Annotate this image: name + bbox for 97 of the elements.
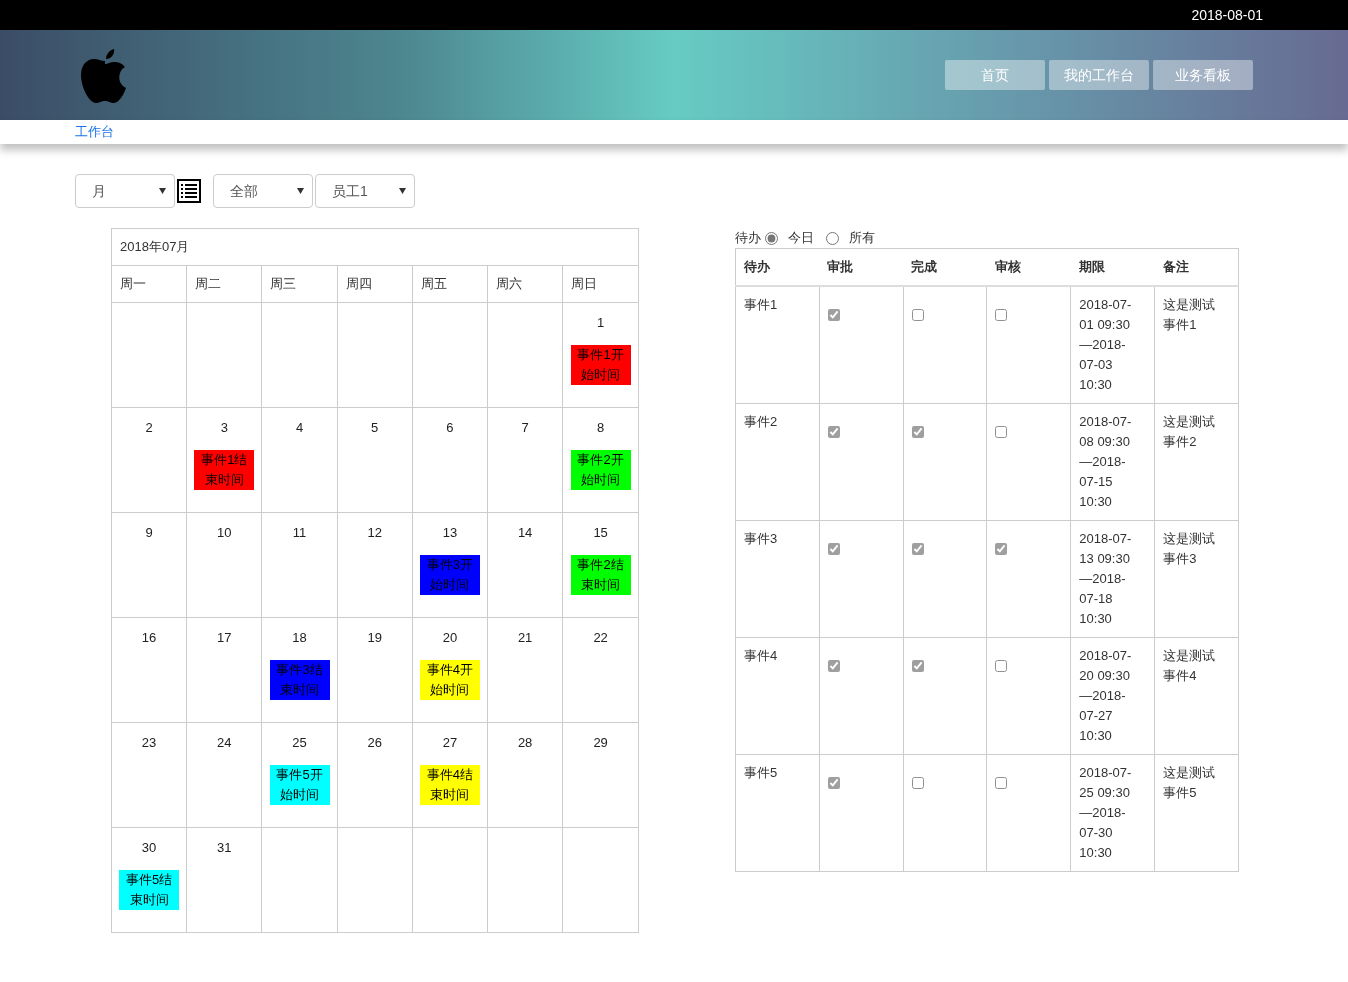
weekday-header: 周五 [420,276,447,292]
day-number: 9 [145,524,153,542]
checkbox[interactable] [911,776,924,789]
table-cell: 这是测试事件5 [1154,754,1239,871]
day-number: 21 [517,629,533,647]
day-number: 14 [517,524,533,542]
weekday-header: 周一 [120,276,146,292]
day-number: 22 [593,629,608,647]
day-number: 29 [593,734,608,752]
day-number: 3 [220,419,228,437]
event-tag[interactable]: 事件4开始时间 [419,659,480,700]
day-number: 23 [141,734,157,752]
day-number: 13 [442,524,458,542]
day-number: 11 [292,524,307,542]
day-number: 7 [521,419,529,437]
day-number: 27 [442,734,458,752]
weekday-header: 周三 [270,276,297,292]
event-tag[interactable]: 事件1开始时间 [570,344,631,385]
event-tag[interactable]: 事件5开始时间 [269,764,330,805]
checkbox[interactable] [995,542,1008,555]
table-cell: 这是测试事件3 [1154,520,1239,637]
table-cell: 2018-07-13 09:30—2018-07-18 10:30 [1070,520,1155,637]
dropdown[interactable]: 月 [75,174,175,208]
table-cell: 事件1 [735,285,820,403]
table-cell: 2018-07-25 09:30—2018-07-30 10:30 [1070,754,1155,871]
checkbox[interactable] [911,425,924,438]
checkbox[interactable] [827,308,840,321]
table-cell: 事件3 [735,520,820,637]
column-header: 审批 [819,248,904,286]
dropdown[interactable]: 全部 [213,174,313,208]
radio-button[interactable] [765,231,778,245]
day-number: 4 [295,419,304,437]
checkbox[interactable] [827,425,840,438]
caret-icon [399,188,406,194]
checkbox[interactable] [827,659,840,672]
day-number: 1 [597,314,605,332]
dropdown[interactable]: 员工1 [315,174,415,208]
day-number: 5 [371,419,379,437]
radio-button[interactable] [826,231,839,245]
checkbox[interactable] [911,659,924,672]
event-tag[interactable]: 事件5结束时间 [119,869,180,910]
day-number: 17 [217,629,232,647]
calendar-title: 2018年07月 [120,239,190,255]
checkbox[interactable] [995,308,1008,321]
table-cell: 事件2 [735,403,820,520]
checkbox[interactable] [995,425,1008,438]
weekday-header: 周四 [345,276,372,292]
day-number: 20 [442,629,458,647]
day-number: 18 [292,629,307,647]
table-cell: 2018-07-08 09:30—2018-07-15 10:30 [1070,403,1155,520]
day-number: 16 [141,629,157,647]
filter-label: 待办 [735,229,761,248]
table-cell: 事件5 [735,754,820,871]
breadcrumb-link[interactable]: 工作台 [75,124,114,139]
day-number: 30 [141,839,157,857]
column-header: 完成 [903,248,987,286]
day-number: 25 [292,734,307,752]
checkbox[interactable] [911,308,924,321]
table-cell: 2018-07-20 09:30—2018-07-27 10:30 [1070,637,1155,754]
column-header: 期限 [1070,248,1155,286]
day-number: 28 [517,734,533,752]
checkbox[interactable] [995,659,1008,672]
column-header: 待办 [735,248,820,286]
event-tag[interactable]: 事件2开始时间 [570,449,631,490]
weekday-header: 周六 [496,276,522,292]
event-tag[interactable]: 事件4结束时间 [419,764,480,805]
day-number: 31 [217,839,232,857]
day-number: 24 [217,734,232,752]
caret-icon [159,188,166,194]
radio-label[interactable]: 今日 [788,228,814,248]
table-cell: 这是测试事件2 [1154,403,1239,520]
day-number: 8 [597,419,605,437]
day-number: 15 [593,524,608,542]
checkbox[interactable] [995,776,1008,789]
day-number: 12 [367,524,382,542]
list-icon[interactable] [177,179,201,203]
event-tag[interactable]: 事件2结束时间 [570,554,631,595]
day-number: 6 [446,419,454,437]
table-cell: 这是测试事件1 [1154,285,1239,403]
weekday-header: 周日 [571,276,598,292]
day-number: 26 [367,734,382,752]
table-cell: 事件4 [735,637,820,754]
day-number: 19 [367,629,382,647]
day-number: 2 [145,419,153,437]
table-cell: 这是测试事件4 [1154,637,1239,754]
day-number: 10 [217,524,232,542]
event-tag[interactable]: 事件1结束时间 [194,449,255,490]
weekday-header: 周二 [195,276,222,292]
radio-label[interactable]: 所有 [849,228,875,248]
checkbox[interactable] [911,542,924,555]
table-cell: 2018-07-01 09:30—2018-07-03 10:30 [1070,285,1155,403]
date-label: 2018-08-01 [1191,5,1263,25]
checkbox[interactable] [827,542,840,555]
checkbox[interactable] [827,776,840,789]
caret-icon [297,188,304,194]
column-header: 审核 [987,248,1071,286]
column-header: 备注 [1154,248,1239,286]
